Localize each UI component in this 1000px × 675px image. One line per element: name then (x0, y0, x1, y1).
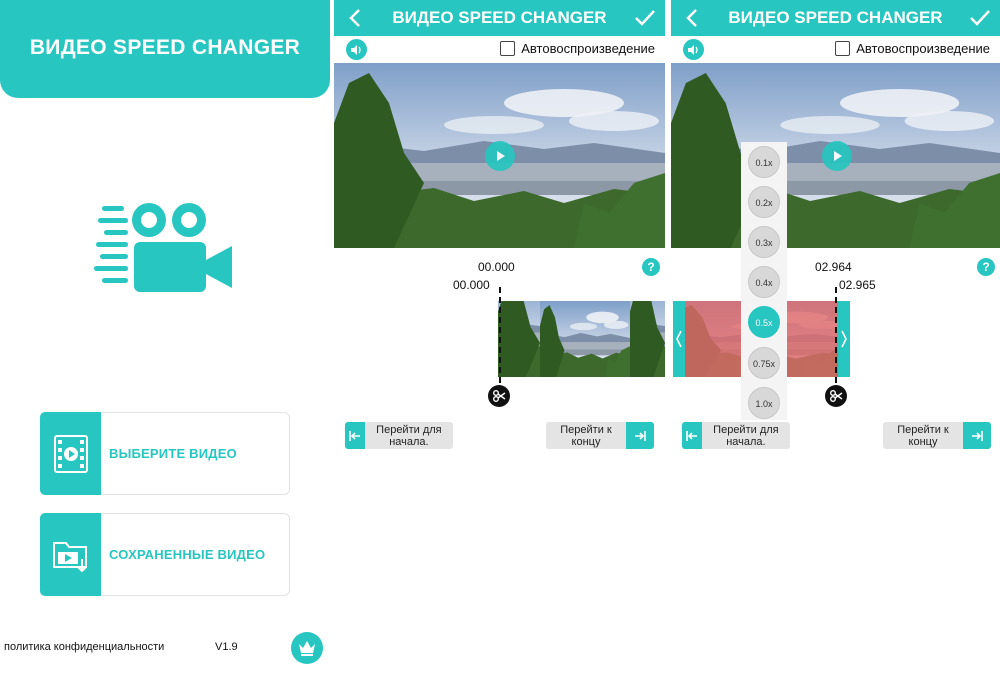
volume-icon[interactable] (683, 39, 704, 60)
speed-option-1-0x[interactable]: 1.0x (748, 387, 780, 419)
go-to-end-button[interactable]: Перейти к концу (883, 422, 991, 449)
skip-to-start-icon (345, 422, 365, 449)
editor-screen-start: ВИДЕО SPEED CHANGER Автовоспроизведение … (334, 0, 665, 675)
go-to-start-button[interactable]: Перейти для начала. (682, 422, 790, 449)
speed-option-0-4x[interactable]: 0.4x (748, 266, 780, 298)
speed-option-0-75x[interactable]: 0.75x (748, 347, 780, 379)
privacy-policy-link[interactable]: политика конфиденциальности (4, 641, 164, 653)
video-timeline[interactable] (498, 301, 665, 377)
checkmark-icon[interactable] (968, 5, 992, 31)
range-handle-right[interactable] (838, 301, 850, 377)
speed-option-0-5x-selected[interactable]: 0.5x (748, 306, 780, 338)
editor-screen-speed: ВИДЕО SPEED CHANGER Автовоспроизведение … (671, 0, 1000, 675)
top-bar: ВИДЕО SPEED CHANGER (334, 0, 665, 36)
top-bar: ВИДЕО SPEED CHANGER (671, 0, 1000, 36)
scissors-icon[interactable] (825, 385, 847, 407)
autoplay-checkbox[interactable] (500, 41, 516, 56)
saved-videos-label: СОХРАНЕННЫЕ ВИДЕО (109, 547, 266, 562)
skip-to-end-icon (963, 422, 991, 449)
cut-time: 00.000 (453, 278, 490, 292)
back-arrow-icon[interactable] (344, 5, 366, 31)
volume-icon[interactable] (346, 39, 367, 60)
app-screenshots: ВИДЕО SPEED CHANGER ВЫБЕРИТЕ ВИДЕО СОХРА… (0, 0, 1000, 675)
go-to-end-label: Перейти к концу (560, 423, 612, 448)
skip-to-start-icon (682, 422, 702, 449)
home-title: ВИДЕО SPEED CHANGER (29, 36, 301, 59)
scissors-icon[interactable] (488, 385, 510, 407)
checkmark-icon[interactable] (633, 5, 657, 31)
autoplay-toggle[interactable]: Автовоспроизведение (835, 41, 990, 56)
select-video-button[interactable]: ВЫБЕРИТЕ ВИДЕО (40, 412, 290, 495)
autoplay-label: Автовоспроизведение (856, 41, 990, 56)
cut-marker-line[interactable] (835, 287, 838, 383)
home-screen: ВИДЕО SPEED CHANGER ВЫБЕРИТЕ ВИДЕО СОХРА… (0, 0, 332, 675)
speed-selector: 0.1x 0.2x 0.3x 0.4x 0.5x 0.75x 1.0x (741, 142, 787, 420)
current-time: 00.000 (478, 260, 515, 274)
editor-title: ВИДЕО SPEED CHANGER (728, 8, 943, 27)
help-icon[interactable]: ? (977, 258, 995, 276)
play-button[interactable] (822, 141, 852, 171)
cut-marker-line[interactable] (499, 287, 502, 383)
cut-time: 02.965 (839, 278, 876, 292)
skip-to-end-icon (626, 422, 654, 449)
video-camera-icon (94, 200, 239, 300)
video-folder-icon (40, 513, 101, 596)
help-icon[interactable]: ? (642, 258, 660, 276)
saved-videos-button[interactable]: СОХРАНЕННЫЕ ВИДЕО (40, 513, 290, 596)
speed-option-0-2x[interactable]: 0.2x (748, 186, 780, 218)
speed-option-0-3x[interactable]: 0.3x (748, 226, 780, 258)
autoplay-toggle[interactable]: Автовоспроизведение (500, 41, 655, 56)
app-version: V1.9 (215, 641, 238, 653)
current-time: 02.964 (815, 260, 852, 274)
range-handle-left[interactable] (673, 301, 685, 377)
crown-icon[interactable] (291, 632, 323, 664)
autoplay-label: Автовоспроизведение (521, 41, 655, 56)
play-button[interactable] (485, 141, 515, 171)
back-arrow-icon[interactable] (681, 5, 703, 31)
go-to-start-label: Перейти для начала. (713, 423, 779, 448)
select-video-label: ВЫБЕРИТЕ ВИДЕО (109, 446, 237, 461)
speed-option-0-1x[interactable]: 0.1x (748, 146, 780, 178)
film-strip-icon (40, 412, 101, 495)
go-to-end-label: Перейти к концу (897, 423, 949, 448)
go-to-start-button[interactable]: Перейти для начала. (345, 422, 453, 449)
go-to-end-button[interactable]: Перейти к концу (546, 422, 654, 449)
go-to-start-label: Перейти для начала. (376, 423, 442, 448)
home-header: ВИДЕО SPEED CHANGER (0, 0, 330, 98)
autoplay-checkbox[interactable] (835, 41, 851, 56)
editor-title: ВИДЕО SPEED CHANGER (392, 8, 607, 27)
